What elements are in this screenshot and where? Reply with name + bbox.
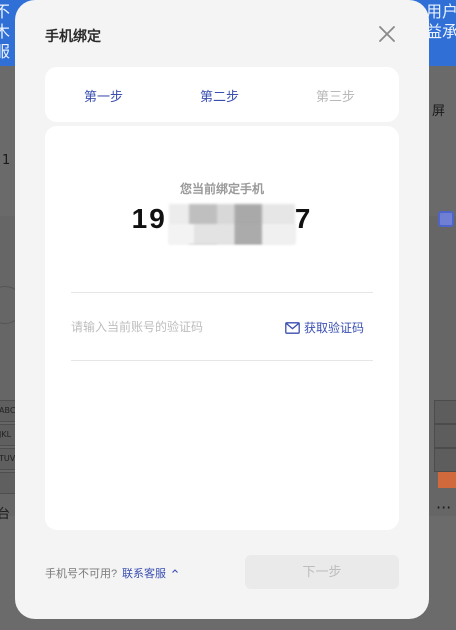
background-key: ABC xyxy=(0,400,16,422)
dialog-title: 手机绑定 xyxy=(45,28,101,44)
verification-card: 您当前绑定手机 19 7 获取验证码 xyxy=(45,126,399,530)
background-checkbox xyxy=(438,211,454,227)
background-key: TUV xyxy=(0,448,16,470)
step-indicator: 第一步 第二步 第三步 xyxy=(45,67,399,122)
current-phone-label: 您当前绑定手机 xyxy=(179,182,264,196)
get-code-label: 获取验证码 xyxy=(304,321,365,335)
background-left-bottom-text: 台 xyxy=(0,507,11,522)
background-left-text: 不 木 服 xyxy=(0,2,11,61)
background-right-text: 用户 益承 xyxy=(425,2,456,41)
mail-icon xyxy=(285,321,300,334)
verification-code-input[interactable] xyxy=(71,316,271,338)
step-2: 第二步 xyxy=(200,89,240,104)
background-right-label: 屏 xyxy=(432,104,446,119)
phone-prefix: 19 xyxy=(131,203,167,234)
background-key xyxy=(434,424,456,448)
phone-mask-mosaic xyxy=(169,224,295,244)
divider xyxy=(71,292,373,293)
background-key: JKL xyxy=(0,424,16,446)
background-key xyxy=(434,448,456,472)
next-step-button[interactable]: 下一步 xyxy=(245,555,399,589)
chevron-up-icon xyxy=(172,569,178,573)
background-key xyxy=(434,400,456,424)
close-button[interactable] xyxy=(375,22,399,46)
contact-support-link[interactable]: 联系客服 xyxy=(122,565,166,581)
phone-binding-dialog: 手机绑定 第一步 第二步 第三步 您当前绑定手机 19 7 获取验证码 手机号不可… xyxy=(15,0,429,619)
step-3: 第三步 xyxy=(316,89,356,104)
divider xyxy=(71,360,373,361)
phone-unavailable-text: 手机号不可用? xyxy=(45,568,118,580)
step-1: 第一步 xyxy=(84,89,124,104)
background-left-number: 1 xyxy=(2,153,11,168)
phone-suffix: 7 xyxy=(294,203,313,234)
background-orange-button xyxy=(438,472,456,488)
close-icon xyxy=(379,26,395,42)
background-key xyxy=(0,472,16,494)
get-code-button[interactable]: 获取验证码 xyxy=(285,319,364,336)
background-more-dots: ··· xyxy=(436,498,452,517)
